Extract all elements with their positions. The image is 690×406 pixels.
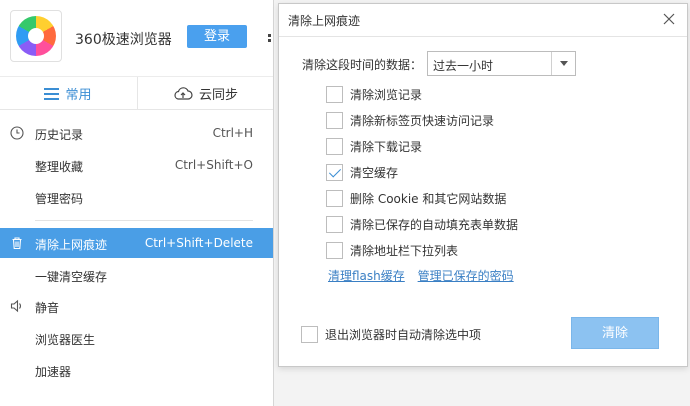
tab-cloud-sync[interactable]: 云同步 bbox=[137, 77, 273, 110]
menu-item-shortcut: Ctrl+Shift+Delete bbox=[144, 236, 253, 250]
browser-menu-panel: 360极速浏览器 登录 常用 云同步 历史记录 Ctrl+H 整理收藏 Ctrl… bbox=[0, 0, 274, 406]
option-label: 退出浏览器时自动清除选中项 bbox=[325, 327, 482, 342]
chevron-down-icon bbox=[551, 52, 575, 75]
option-label: 清除浏览记录 bbox=[350, 87, 423, 102]
clear-traces-dialog: 清除上网痕迹 清除这段时间的数据： 过去一小时 清除浏览记录 清除新标签页快速访… bbox=[278, 3, 688, 367]
dialog-title: 清除上网痕迹 bbox=[288, 14, 361, 28]
option-clear-address-bar-list[interactable]: 清除地址栏下拉列表 bbox=[326, 240, 458, 260]
clear-button[interactable]: 清除 bbox=[571, 317, 659, 349]
login-button[interactable]: 登录 bbox=[187, 25, 247, 48]
menu-item-shortcut: Ctrl+H bbox=[212, 126, 253, 140]
menu-item-manage-passwords[interactable]: 管理密码 bbox=[0, 182, 273, 212]
checkbox[interactable] bbox=[326, 137, 343, 155]
menu-item-label: 整理收藏 bbox=[35, 160, 84, 174]
time-range-label: 清除这段时间的数据： bbox=[302, 58, 423, 72]
menu-item-mute[interactable]: 静音 bbox=[0, 291, 273, 321]
checkbox-checked[interactable] bbox=[326, 163, 343, 181]
title-divider bbox=[279, 36, 687, 37]
manage-passwords-link[interactable]: 管理已保存的密码 bbox=[418, 269, 514, 283]
checkbox[interactable] bbox=[326, 215, 343, 233]
option-label: 清除新标签页快速访问记录 bbox=[350, 113, 495, 128]
menu-header: 360极速浏览器 登录 bbox=[0, 0, 273, 76]
menu-item-accelerator[interactable]: 加速器 bbox=[0, 355, 273, 385]
option-clear-downloads[interactable]: 清除下载记录 bbox=[326, 136, 422, 156]
option-label: 删除 Cookie 和其它网站数据 bbox=[350, 191, 507, 206]
browser-logo bbox=[10, 10, 62, 62]
option-label: 清除已保存的自动填充表单数据 bbox=[350, 217, 519, 232]
option-clear-autofill[interactable]: 清除已保存的自动填充表单数据 bbox=[326, 214, 518, 234]
option-label: 清除下载记录 bbox=[350, 139, 423, 154]
menu-divider bbox=[35, 220, 253, 221]
tab-cloud-sync-label: 云同步 bbox=[198, 88, 238, 103]
browser-logo-icon bbox=[16, 16, 56, 56]
tab-common[interactable]: 常用 bbox=[0, 77, 136, 110]
option-label: 清除地址栏下拉列表 bbox=[350, 243, 459, 258]
menu-item-label: 管理密码 bbox=[35, 192, 84, 206]
clean-flash-cache-link[interactable]: 清理flash缓存 bbox=[328, 269, 405, 283]
menu-item-browser-doctor[interactable]: 浏览器医生 bbox=[0, 323, 273, 353]
menu-item-label: 浏览器医生 bbox=[35, 333, 96, 347]
menu-item-label: 历史记录 bbox=[35, 128, 84, 142]
option-label: 清空缓存 bbox=[350, 165, 399, 180]
menu-item-history[interactable]: 历史记录 Ctrl+H bbox=[0, 118, 273, 148]
option-clear-newtab-records[interactable]: 清除新标签页快速访问记录 bbox=[326, 110, 494, 130]
speaker-icon bbox=[10, 299, 22, 313]
menu-item-label: 加速器 bbox=[35, 365, 72, 379]
time-range-select[interactable]: 过去一小时 bbox=[427, 51, 576, 76]
time-range-value: 过去一小时 bbox=[433, 59, 494, 73]
app-name: 360极速浏览器 bbox=[75, 32, 172, 48]
option-clear-history[interactable]: 清除浏览记录 bbox=[326, 84, 422, 104]
menu-item-clear-cache[interactable]: 一键清空缓存 bbox=[0, 260, 273, 290]
option-delete-cookies[interactable]: 删除 Cookie 和其它网站数据 bbox=[326, 188, 506, 208]
checkbox[interactable] bbox=[301, 325, 318, 343]
cloud-sync-icon bbox=[174, 86, 193, 100]
menu-item-organize-favorites[interactable]: 整理收藏 Ctrl+Shift+O bbox=[0, 150, 273, 180]
menu-item-shortcut: Ctrl+Shift+O bbox=[174, 158, 253, 172]
menu-item-label: 一键清空缓存 bbox=[35, 270, 108, 284]
menu-item-clear-browsing-traces[interactable]: 清除上网痕迹 Ctrl+Shift+Delete bbox=[0, 228, 273, 258]
checkbox[interactable] bbox=[326, 241, 343, 259]
trash-icon bbox=[12, 237, 22, 250]
checkbox[interactable] bbox=[326, 111, 343, 129]
more-icon[interactable] bbox=[268, 34, 272, 44]
option-clear-on-exit[interactable]: 退出浏览器时自动清除选中项 bbox=[301, 324, 481, 344]
menu-item-label: 静音 bbox=[35, 301, 60, 315]
clock-icon bbox=[10, 126, 24, 140]
menu-icon bbox=[44, 88, 60, 100]
checkbox[interactable] bbox=[326, 85, 343, 103]
close-icon[interactable] bbox=[663, 13, 675, 25]
tab-common-label: 常用 bbox=[65, 88, 92, 103]
option-clear-cache[interactable]: 清空缓存 bbox=[326, 162, 398, 182]
menu-item-label: 清除上网痕迹 bbox=[35, 238, 108, 252]
menu-tabs: 常用 云同步 bbox=[0, 76, 273, 110]
dialog-links: 清理flash缓存 管理已保存的密码 bbox=[328, 267, 523, 284]
checkbox[interactable] bbox=[326, 189, 343, 207]
